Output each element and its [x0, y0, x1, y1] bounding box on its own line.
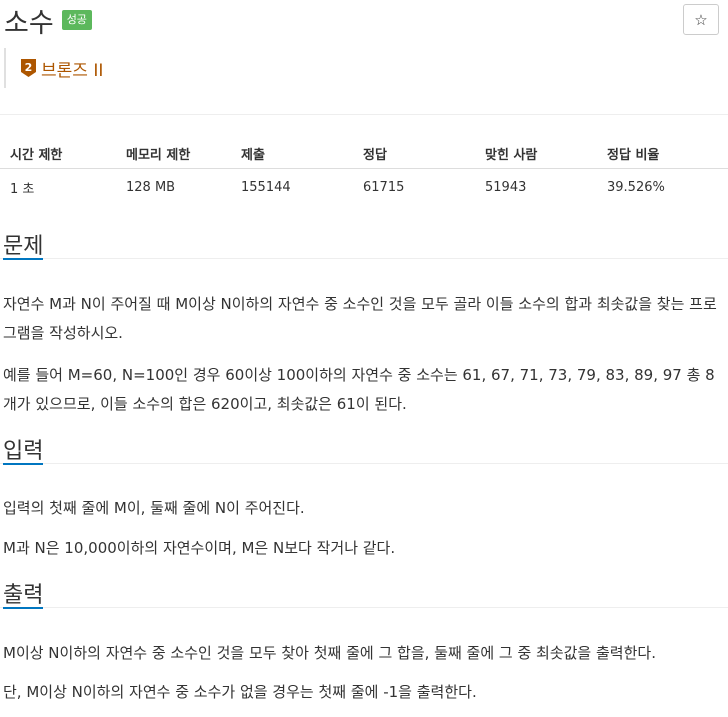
title-row: 소수 성공	[4, 0, 92, 40]
header-accepted: 정답	[353, 138, 475, 169]
tier-row: 2 브론즈 II	[4, 48, 103, 88]
favorite-star-button[interactable]: ☆	[683, 4, 719, 35]
time-limit-value: 1 초	[10, 182, 35, 197]
header-submissions: 제출	[231, 138, 353, 169]
section-underline	[3, 463, 43, 465]
output-paragraph-2: 단, M이상 N이하의 자연수 중 소수가 없을 경우는 첫째 줄에 -1을 출…	[3, 683, 477, 701]
problem-info-table: 시간 제한 메모리 제한 제출 정답 맞힌 사람 정답 비율 1 초 128 M…	[0, 138, 728, 206]
description-paragraph-1: 자연수 M과 N이 주어질 때 M이상 N이하의 자연수 중 소수인 것을 모두…	[3, 295, 717, 342]
input-section-header: 입력	[0, 433, 728, 465]
submissions-value: 155144	[241, 180, 291, 195]
output-title: 출력	[3, 583, 44, 608]
description-section-header: 문제	[0, 228, 728, 260]
tier-link[interactable]: 브론즈 II	[41, 56, 103, 81]
header-time-limit: 시간 제한	[0, 138, 116, 169]
header-solvers: 맞힌 사람	[475, 138, 597, 169]
memory-limit-value: 128 MB	[126, 180, 176, 195]
output-section-header: 출력	[0, 577, 728, 609]
table-row: 1 초 128 MB 155144 61715 51943 39.526%	[0, 169, 728, 207]
section-underline	[3, 607, 43, 609]
input-title: 입력	[3, 439, 44, 464]
header-accept-ratio: 정답 비율	[597, 138, 728, 169]
star-icon: ☆	[694, 10, 708, 29]
header-divider	[0, 114, 728, 115]
input-paragraph-1: 입력의 첫째 줄에 M이, 둘째 줄에 N이 주어진다.	[3, 499, 305, 517]
table-header-row: 시간 제한 메모리 제한 제출 정답 맞힌 사람 정답 비율	[0, 138, 728, 169]
output-paragraph-1: M이상 N이하의 자연수 중 소수인 것을 모두 찾아 첫째 줄에 그 합을, …	[3, 644, 656, 662]
accept-ratio-value: 39.526%	[607, 180, 665, 195]
description-title: 문제	[3, 234, 44, 259]
tier-number: 2	[25, 61, 33, 74]
section-underline	[3, 258, 43, 260]
accepted-value: 61715	[363, 180, 405, 195]
page-title: 소수	[4, 7, 54, 39]
header-memory-limit: 메모리 제한	[116, 138, 231, 169]
bronze-tier-icon: 2	[21, 59, 36, 77]
result-badge: 성공	[61, 10, 92, 30]
solvers-value: 51943	[485, 180, 527, 195]
description-paragraph-2: 예를 들어 M=60, N=100인 경우 60이상 100이하의 자연수 중 …	[3, 366, 715, 413]
input-paragraph-2: M과 N은 10,000이하의 자연수이며, M은 N보다 작거나 같다.	[3, 539, 396, 557]
